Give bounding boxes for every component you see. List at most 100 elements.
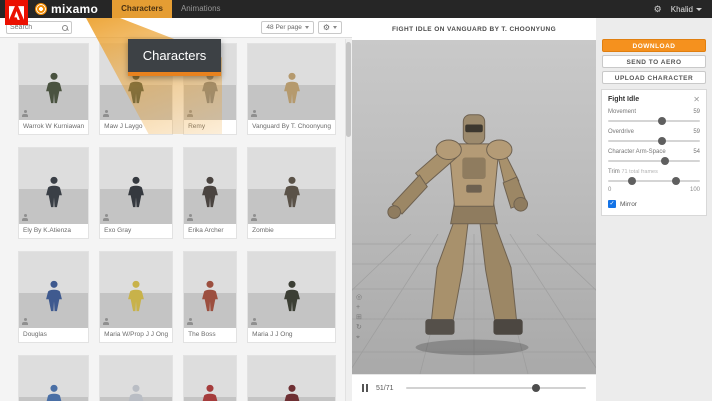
grid-scrollbar (345, 39, 352, 401)
character-badge-icon (187, 318, 193, 325)
character-card[interactable]: Vanguard By T. Choonyung (247, 43, 336, 135)
character-badge-icon (251, 214, 257, 221)
brand-name: mixamo (51, 2, 98, 16)
viewport-title: FIGHT IDLE ON VANGUARD BY T. CHOONYUNG (352, 18, 596, 40)
character-badge-icon (103, 318, 109, 325)
character-card[interactable]: The Boss (183, 251, 237, 343)
mirror-label: Mirror (620, 201, 637, 208)
character-card[interactable] (183, 355, 237, 401)
slider-track[interactable] (608, 140, 700, 142)
character-name: Maria J J Ong (248, 328, 335, 342)
target-icon[interactable]: ⌖ (356, 334, 362, 342)
character-grid: Warrok W Kurniawan Maw J Laygo Remy (0, 38, 352, 401)
download-button[interactable]: DOWNLOAD (602, 39, 706, 52)
trim-start-handle[interactable] (628, 177, 636, 185)
tab-animations[interactable]: Animations (172, 0, 230, 18)
upload-character-button[interactable]: UPLOAD CHARACTER (602, 71, 706, 84)
character-card[interactable]: Warrok W Kurniawan (18, 43, 89, 135)
mixamo-logo-icon (35, 3, 47, 15)
caret-down-icon (333, 26, 337, 29)
settings-icon[interactable]: ⚙ (654, 5, 662, 14)
character-badge-icon (187, 214, 193, 221)
reset-camera-icon[interactable]: ↻ (356, 324, 362, 332)
slider-track[interactable] (608, 120, 700, 122)
panel-header: Fight Idle ✕ (608, 96, 700, 103)
character-card[interactable] (247, 355, 336, 401)
character-card[interactable] (99, 355, 173, 401)
slider-label: Character Arm-Space (608, 149, 666, 155)
action-sidebar: DOWNLOAD SEND TO AERO UPLOAD CHARACTER F… (596, 18, 712, 401)
character-model (376, 68, 572, 360)
send-to-aero-button[interactable]: SEND TO AERO (602, 55, 706, 68)
character-badge-icon (187, 110, 193, 117)
user-menu[interactable]: Khalid (671, 5, 702, 14)
pause-button[interactable] (362, 384, 368, 392)
character-silhouette (279, 164, 305, 220)
slider-label: Movement (608, 109, 636, 115)
character-name: Remy (184, 120, 236, 134)
characters-tooltip: Characters (128, 39, 221, 76)
character-thumbnail (19, 44, 88, 120)
mirror-control: Mirror (608, 200, 700, 208)
pan-icon[interactable]: + (356, 304, 362, 312)
mixamo-logo[interactable]: mixamo (35, 2, 98, 16)
character-thumbnail (100, 356, 172, 401)
character-silhouette (123, 268, 149, 324)
nav-right: ⚙ Khalid (654, 5, 712, 14)
character-thumbnail (184, 148, 236, 224)
animation-title: Fight Idle (608, 96, 639, 103)
character-card[interactable]: Douglas (18, 251, 89, 343)
playhead-handle[interactable] (532, 384, 540, 392)
grid-settings-button[interactable]: ⚙ (318, 21, 342, 34)
slider-handle[interactable] (658, 137, 666, 145)
character-silhouette (197, 268, 223, 324)
trim-track[interactable] (608, 180, 700, 182)
slider-value: 54 (693, 149, 700, 155)
per-page-label: 48 Per page (266, 24, 301, 31)
frame-counter: 51/71 (376, 385, 398, 392)
character-thumbnail (100, 252, 172, 328)
frame-icon[interactable]: ⊞ (356, 314, 362, 322)
top-nav: mixamo Characters Animations ⚙ Khalid (0, 0, 712, 18)
character-name: Douglas (19, 328, 88, 342)
character-card[interactable]: Zombie (247, 147, 336, 239)
character-card[interactable]: Maria W/Prop J J Ong (99, 251, 173, 343)
character-card[interactable]: Maria J J Ong (247, 251, 336, 343)
gear-icon: ⚙ (323, 24, 330, 32)
mirror-checkbox[interactable] (608, 200, 616, 208)
grid-scrollbar-thumb[interactable] (346, 42, 351, 137)
character-badge-icon (251, 110, 257, 117)
orbit-icon[interactable]: ◎ (356, 294, 362, 302)
close-icon[interactable]: ✕ (693, 96, 700, 103)
character-thumbnail (248, 356, 335, 401)
per-page-dropdown[interactable]: 48 Per page (261, 21, 313, 34)
adobe-a-icon (9, 6, 24, 20)
trim-end-handle[interactable] (672, 177, 680, 185)
search-input[interactable] (10, 24, 62, 31)
character-card[interactable]: Erika Archer (183, 147, 237, 239)
character-badge-icon (22, 318, 28, 325)
playback-bar: 51/71 (352, 374, 596, 401)
timeline-track[interactable] (406, 387, 586, 389)
character-thumbnail (248, 252, 335, 328)
stage-3d[interactable]: ◎ + ⊞ ↻ ⌖ (352, 40, 596, 374)
character-badge-icon (22, 110, 28, 117)
slider-value: 59 (693, 129, 700, 135)
character-card[interactable] (18, 355, 89, 401)
character-thumbnail (19, 356, 88, 401)
character-silhouette (197, 372, 223, 401)
primary-tabs: Characters Animations (112, 0, 229, 18)
character-name: Vanguard By T. Choonyung (248, 120, 335, 134)
character-silhouette (123, 372, 149, 401)
slider-handle[interactable] (661, 157, 669, 165)
character-thumbnail (248, 44, 335, 120)
slider-control: Movement 59 (608, 109, 700, 122)
character-silhouette (41, 372, 67, 401)
slider-track[interactable] (608, 160, 700, 162)
adobe-logo[interactable] (5, 0, 28, 25)
character-card[interactable]: Exo Gray (99, 147, 173, 239)
character-card[interactable]: Ely By K.Atienza (18, 147, 89, 239)
character-silhouette (279, 268, 305, 324)
tab-characters[interactable]: Characters (112, 0, 172, 18)
slider-handle[interactable] (658, 117, 666, 125)
